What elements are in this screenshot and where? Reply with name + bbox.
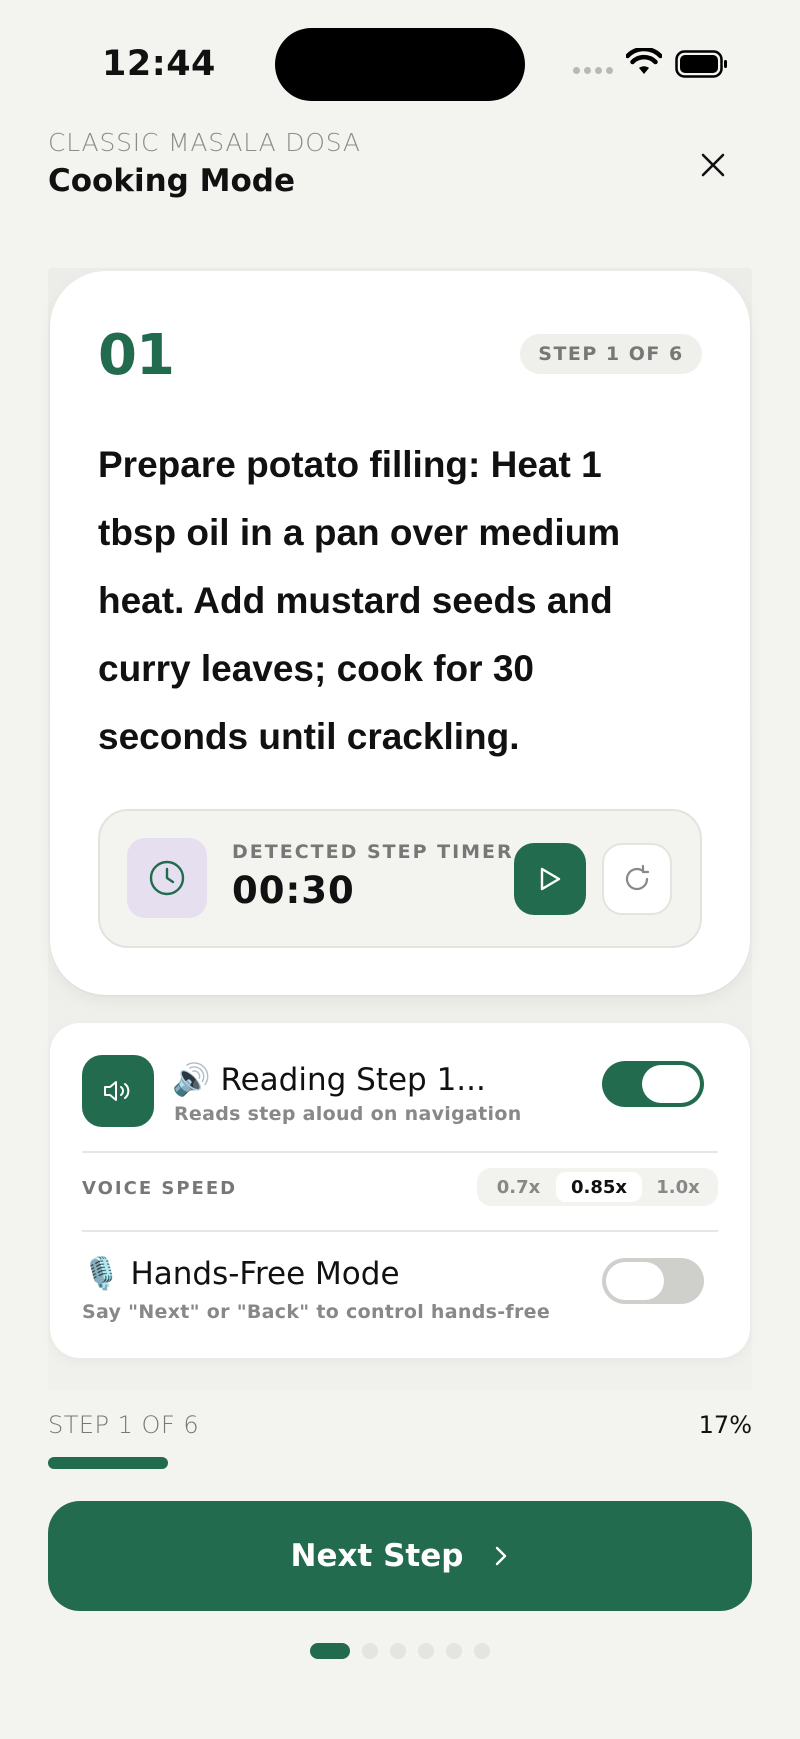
clock-icon (149, 860, 185, 896)
divider (82, 1230, 718, 1232)
pagination-dot[interactable] (474, 1643, 490, 1659)
speed-option-1-0x[interactable]: 1.0x (642, 1172, 714, 1202)
speaker-icon (104, 1081, 130, 1101)
timer-reset-button[interactable] (602, 843, 672, 915)
speed-option-0-85x[interactable]: 0.85x (556, 1172, 642, 1202)
timer-value: 00:30 (232, 869, 355, 912)
speaker-button[interactable] (82, 1055, 154, 1127)
recipe-name: CLASSIC MASALA DOSA (48, 128, 361, 157)
read-aloud-subtitle: Reads step aloud on navigation (174, 1103, 522, 1125)
progress-bar (48, 1457, 752, 1469)
pagination-dot[interactable] (310, 1643, 350, 1659)
play-icon (540, 867, 561, 891)
progress-fill (48, 1457, 168, 1469)
step-timer: DETECTED STEP TIMER 00:30 (98, 809, 702, 948)
progress-percent: 17% (698, 1411, 752, 1439)
timer-label: DETECTED STEP TIMER (232, 841, 514, 863)
voice-settings-card: 🔊 Reading Step 1... Reads step aloud on … (50, 1023, 750, 1358)
pagination-dot[interactable] (390, 1643, 406, 1659)
read-aloud-toggle[interactable] (602, 1061, 704, 1107)
timer-icon-tile (127, 838, 207, 918)
divider (82, 1151, 718, 1153)
step-number: 01 (98, 323, 175, 388)
wifi-icon (626, 48, 662, 74)
step-pagination (310, 1643, 490, 1659)
speed-option-0-7x[interactable]: 0.7x (481, 1172, 556, 1202)
close-button[interactable] (688, 140, 738, 190)
close-icon (701, 153, 725, 177)
voice-speed-label: VOICE SPEED (82, 1178, 238, 1199)
cellular-signal-icon (573, 67, 613, 74)
pagination-dot[interactable] (418, 1643, 434, 1659)
chevron-right-icon (496, 1546, 507, 1566)
step-instruction: Prepare potato filling: Heat 1 tbsp oil … (98, 444, 621, 757)
next-step-label: Next Step (290, 1538, 464, 1574)
read-aloud-title: 🔊 Reading Step 1... (172, 1062, 486, 1098)
progress-label: STEP 1 OF 6 (48, 1411, 200, 1439)
reset-icon (625, 864, 650, 891)
step-badge: STEP 1 OF 6 (520, 334, 702, 374)
dynamic-island (275, 28, 525, 101)
page-title: Cooking Mode (48, 163, 296, 199)
hands-free-title: 🎙️ Hands-Free Mode (82, 1256, 400, 1292)
pagination-dot[interactable] (446, 1643, 462, 1659)
hands-free-toggle[interactable] (602, 1258, 704, 1304)
voice-speed-selector: 0.7x 0.85x 1.0x (477, 1168, 718, 1206)
status-time: 12:44 (102, 44, 216, 84)
hands-free-subtitle: Say "Next" or "Back" to control hands-fr… (82, 1301, 551, 1323)
timer-play-button[interactable] (514, 843, 586, 915)
next-step-button[interactable]: Next Step (48, 1501, 752, 1611)
step-card: 01 STEP 1 OF 6 Prepare potato filling: H… (50, 271, 750, 995)
pagination-dot[interactable] (362, 1643, 378, 1659)
battery-icon (675, 50, 727, 78)
